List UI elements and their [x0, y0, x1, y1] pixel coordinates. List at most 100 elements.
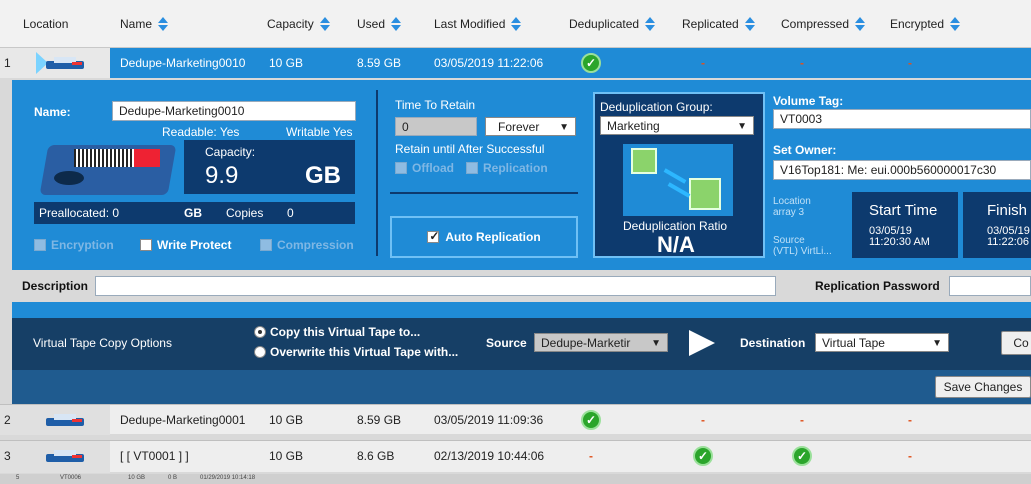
retain-unit-value: Forever	[498, 120, 540, 134]
tape-icon	[46, 414, 84, 426]
row-name: Dedupe-Marketing0001	[120, 413, 246, 427]
row-deduplicated: -	[589, 449, 593, 463]
start-time-time: 11:20:30 AM	[869, 236, 930, 248]
volume-tag-input[interactable]: VT0003	[773, 109, 1031, 129]
col-used-label: Used	[357, 17, 386, 31]
col-deduplicated[interactable]: Deduplicated	[569, 17, 657, 31]
row-replicated: -	[701, 413, 705, 427]
replication-checkbox[interactable]: Replication	[466, 161, 548, 175]
row-modified: 01/29/2019 10:14:18	[200, 475, 256, 481]
col-capacity-label: Capacity	[267, 17, 314, 31]
radio-icon[interactable]	[254, 346, 266, 358]
col-compressed[interactable]: Compressed	[781, 17, 867, 31]
col-capacity[interactable]: Capacity	[267, 17, 332, 31]
save-changes-button[interactable]: Save Changes	[935, 376, 1031, 398]
dropdown-arrow-icon: ▼	[651, 338, 661, 349]
sort-icon[interactable]	[743, 17, 757, 31]
sort-icon[interactable]	[509, 17, 523, 31]
time-to-retain-label: Time To Retain	[395, 98, 476, 112]
copy-button[interactable]: Co	[1001, 331, 1031, 355]
row-capacity: 10 GB	[128, 475, 146, 481]
preallocated-label: Preallocated: 0	[39, 206, 120, 220]
save-bar: Save Changes	[12, 370, 1031, 404]
overwrite-radio[interactable]: Overwrite this Virtual Tape with...	[254, 345, 458, 359]
dedup-group-value: Marketing	[607, 119, 660, 133]
set-owner-input[interactable]: V16Top181: Me: eui.000b560000017c30	[773, 160, 1031, 180]
start-time-label: Start Time	[869, 202, 938, 219]
retain-until-label: Retain until After Successful	[395, 142, 545, 156]
row-name: VT0006	[60, 475, 82, 481]
table-row[interactable]: 1 Dedupe-Marketing0010 10 GB 8.59 GB 03/…	[0, 48, 1031, 78]
sort-icon[interactable]	[853, 17, 867, 31]
col-used[interactable]: Used	[357, 17, 403, 31]
row-number: 5	[16, 475, 20, 481]
copies-value: 0	[287, 206, 294, 220]
table-row[interactable]: 3 [ [ VT0001 ] ] 10 GB 8.6 GB 02/13/2019…	[0, 440, 1031, 473]
replication-password-label: Replication Password	[815, 279, 940, 293]
arrow-right-icon	[689, 330, 715, 356]
col-compressed-label: Compressed	[781, 17, 850, 31]
sort-icon[interactable]	[948, 17, 962, 31]
table-row[interactable]: 5 VT0006 10 GB 0 B 01/29/2019 10:14:18	[0, 474, 1031, 484]
dedup-group-label: Deduplication Group:	[600, 100, 713, 114]
copy-to-radio[interactable]: Copy this Virtual Tape to...	[254, 325, 420, 339]
auto-replication-box[interactable]: Auto Replication	[390, 216, 578, 258]
row-modified: 03/05/2019 11:09:36	[434, 413, 544, 427]
col-last-modified[interactable]: Last Modified	[434, 17, 523, 31]
description-label: Description	[22, 279, 89, 293]
dropdown-arrow-icon: ▼	[559, 122, 569, 133]
row-modified: 03/05/2019 11:22:06	[434, 56, 544, 70]
table-row[interactable]: 2 Dedupe-Marketing0001 10 GB 8.59 GB 03/…	[0, 404, 1031, 435]
destination-select[interactable]: Virtual Tape ▼	[815, 333, 949, 352]
sort-icon[interactable]	[156, 17, 170, 31]
col-name[interactable]: Name	[120, 17, 170, 31]
source-value: (VTL) VirtLi...	[773, 246, 832, 257]
writable-status: Writable Yes	[286, 125, 353, 139]
write-protect-checkbox[interactable]: Write Protect	[140, 238, 231, 252]
check-icon: ✓	[581, 410, 601, 430]
retain-value-input[interactable]: 0	[395, 117, 477, 136]
row-encrypted: -	[908, 449, 912, 463]
capacity-unit: GB	[305, 162, 341, 189]
replication-password-input[interactable]	[949, 276, 1031, 296]
start-time-box: Start Time 03/05/19 11:20:30 AM	[852, 192, 958, 258]
radio-selected-icon[interactable]	[254, 326, 266, 338]
encryption-checkbox[interactable]: Encryption	[34, 238, 114, 252]
row-encrypted: -	[908, 56, 912, 70]
description-input[interactable]	[95, 276, 776, 296]
row-replicated: -	[701, 56, 705, 70]
check-icon: ✓	[693, 446, 713, 466]
location-value: array 3	[773, 207, 805, 218]
col-name-label: Name	[120, 17, 153, 31]
sort-icon[interactable]	[318, 17, 332, 31]
dedup-cubes-icon	[623, 144, 733, 216]
col-replicated-label: Replicated	[682, 17, 739, 31]
tape-icon	[46, 57, 84, 69]
name-input[interactable]: Dedupe-Marketing0010	[112, 101, 356, 121]
copy-source-value: Dedupe-Marketir	[541, 336, 631, 350]
dedup-group-select[interactable]: Marketing ▼	[600, 116, 754, 135]
divider	[376, 90, 378, 256]
sort-icon[interactable]	[389, 17, 403, 31]
col-encrypted-label: Encrypted	[890, 17, 945, 31]
retain-unit-select[interactable]: Forever ▼	[485, 117, 576, 136]
col-encrypted[interactable]: Encrypted	[890, 17, 962, 31]
auto-replication-checkbox[interactable]	[427, 229, 439, 243]
copy-source-label: Source	[486, 336, 527, 350]
capacity-label: Capacity:	[205, 145, 256, 159]
row-used: 0 B	[168, 475, 178, 481]
sort-icon[interactable]	[643, 17, 657, 31]
row-modified: 02/13/2019 10:44:06	[434, 449, 545, 463]
source-label: Source	[773, 235, 805, 246]
compression-checkbox[interactable]: Compression	[260, 238, 354, 252]
col-location[interactable]: Location	[23, 17, 68, 31]
dedup-ratio-label: Deduplication Ratio	[623, 219, 728, 233]
offload-checkbox[interactable]: Offload	[395, 161, 454, 175]
offload-label: Offload	[412, 161, 454, 175]
replication-label: Replication	[483, 161, 548, 175]
write-protect-label: Write Protect	[157, 238, 232, 252]
copy-source-select[interactable]: Dedupe-Marketir ▼	[534, 333, 668, 352]
volume-tag-label: Volume Tag:	[773, 94, 844, 108]
dropdown-arrow-icon: ▼	[932, 338, 942, 349]
col-replicated[interactable]: Replicated	[682, 17, 757, 31]
